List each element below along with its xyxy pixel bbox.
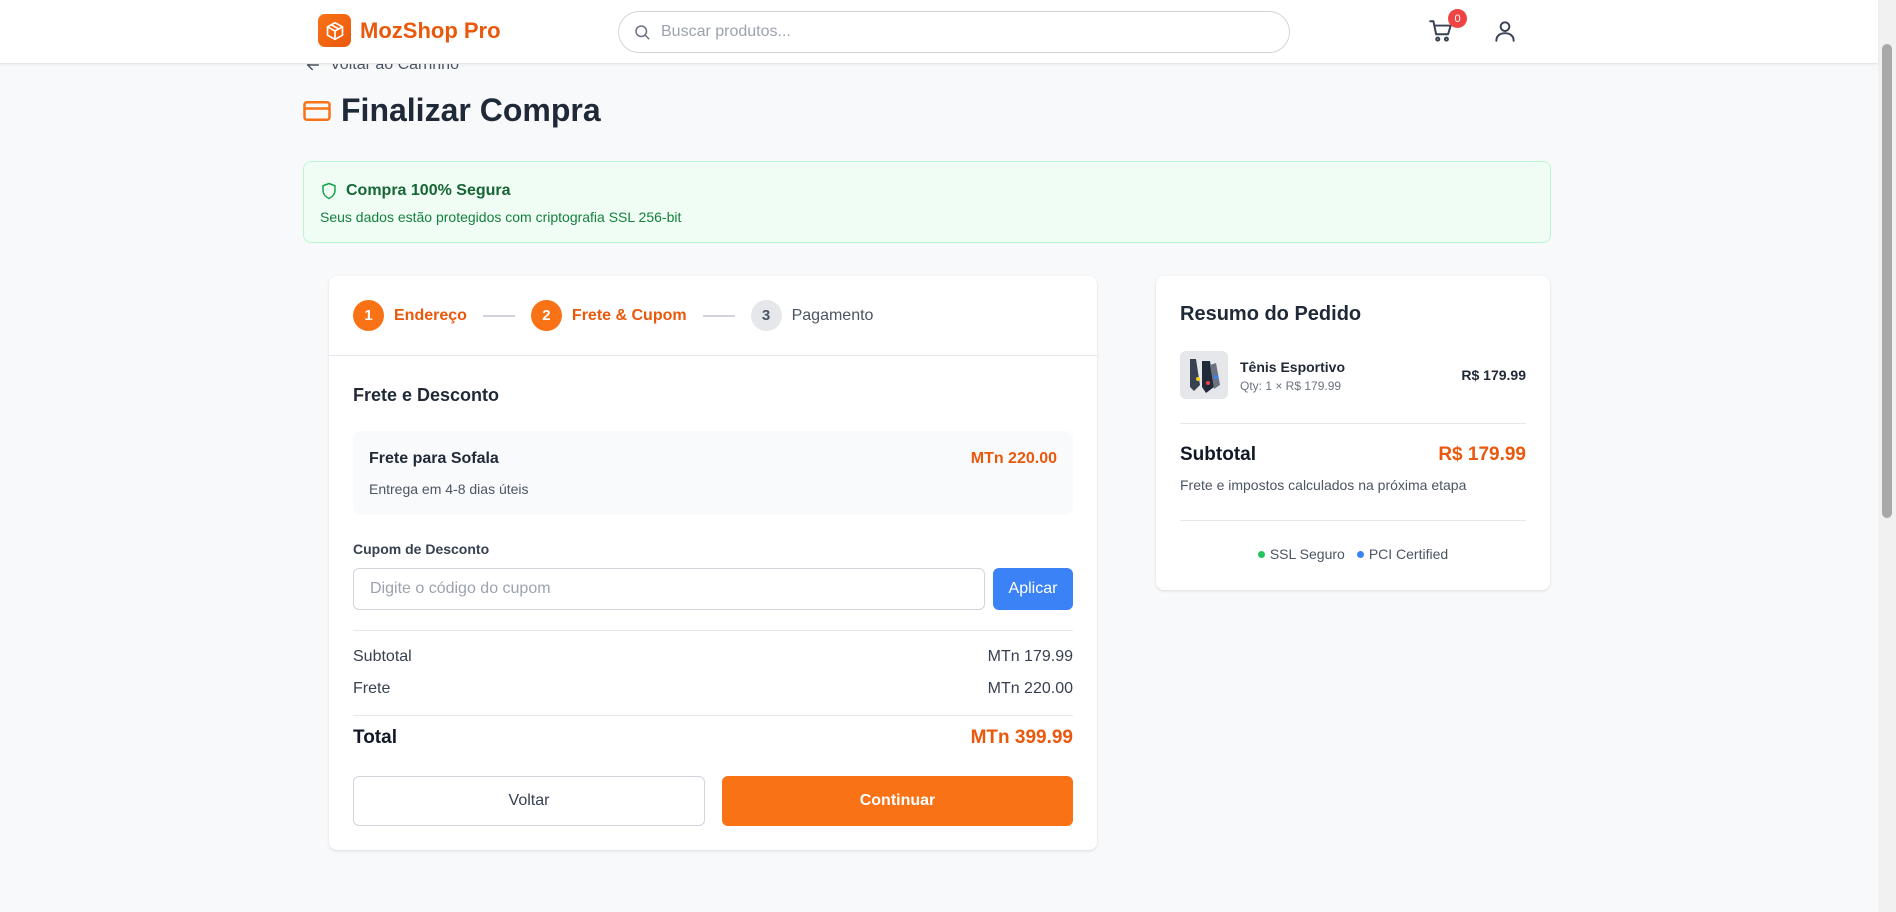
step-number: 1 xyxy=(353,300,384,331)
shipping-label: Frete xyxy=(353,680,391,697)
divider xyxy=(353,630,1073,631)
page-scrollbar[interactable] xyxy=(1878,0,1896,912)
pci-badge: PCI Certified xyxy=(1356,546,1449,562)
secure-subtitle: Seus dados estão protegidos com criptogr… xyxy=(320,209,682,225)
pci-badge-label: PCI Certified xyxy=(1368,546,1449,562)
secure-purchase-banner: Compra 100% Segura Seus dados estão prot… xyxy=(303,161,1551,243)
shipping-delivery-time: Entrega em 4-8 dias úteis xyxy=(369,481,529,497)
secure-title: Compra 100% Segura xyxy=(346,182,511,199)
shipping-name: Frete para Sofala xyxy=(369,450,499,467)
user-account-button[interactable] xyxy=(1492,18,1522,48)
search-icon xyxy=(635,25,650,40)
apply-coupon-button[interactable]: Aplicar xyxy=(993,568,1073,610)
page-header: Finalizar Compra xyxy=(302,92,601,129)
summary-item: Tênis Esportivo Qty: 1 × R$ 179.99 R$ 17… xyxy=(1180,351,1526,399)
order-summary-card: Resumo do Pedido Tênis Esportivo Qty: 1 … xyxy=(1156,276,1550,590)
coupon-input[interactable] xyxy=(353,568,985,610)
checkout-steps: 1 Endereço 2 Frete & Cupom 3 Pagamento xyxy=(329,276,1097,356)
summary-subtotal: Subtotal R$ 179.99 xyxy=(1180,444,1526,466)
user-icon xyxy=(1495,21,1515,42)
step-label: Pagamento xyxy=(791,306,874,324)
summary-note: Frete e impostos calculados na próxima e… xyxy=(1180,477,1467,493)
logo-box-icon xyxy=(318,14,351,47)
item-price: R$ 179.99 xyxy=(1461,367,1526,383)
shipping-value: MTn 220.00 xyxy=(987,680,1073,697)
section-title: Frete e Desconto xyxy=(353,385,500,405)
ssl-badge: SSL Seguro xyxy=(1257,546,1345,562)
summary-subtotal-value: R$ 179.99 xyxy=(1438,444,1526,465)
shipping-row: Frete MTn 220.00 xyxy=(353,680,1073,698)
security-badges: SSL Seguro PCI Certified xyxy=(1156,546,1550,562)
continue-button[interactable]: Continuar xyxy=(722,776,1073,826)
step-payment[interactable]: 3 Pagamento xyxy=(750,300,874,331)
subtotal-label: Subtotal xyxy=(353,648,412,665)
total-label: Total xyxy=(353,727,397,748)
divider xyxy=(353,715,1073,716)
shipping-price: MTn 220.00 xyxy=(970,450,1057,467)
pci-dot-icon xyxy=(1356,550,1364,558)
step-label: Frete & Cupom xyxy=(571,306,687,324)
subtotal-row: Subtotal MTn 179.99 xyxy=(353,648,1073,666)
ssl-badge-label: SSL Seguro xyxy=(1269,546,1345,562)
step-address[interactable]: 1 Endereço xyxy=(353,300,467,331)
product-thumbnail xyxy=(1180,351,1228,399)
checkout-card: 1 Endereço 2 Frete & Cupom 3 Pagamento F… xyxy=(329,276,1097,850)
subtotal-value: MTn 179.99 xyxy=(987,648,1073,665)
search-input[interactable] xyxy=(661,23,1261,41)
step-number: 2 xyxy=(530,300,562,331)
step-label: Endereço xyxy=(394,306,467,324)
search-bar[interactable] xyxy=(618,11,1290,53)
page-title: Finalizar Compra xyxy=(341,92,601,128)
shield-icon xyxy=(322,182,336,200)
step-connector xyxy=(702,314,735,317)
coupon-label: Cupom de Desconto xyxy=(353,541,490,557)
summary-subtotal-label: Subtotal xyxy=(1180,444,1256,465)
total-row: Total MTn 399.99 xyxy=(353,727,1073,749)
total-value: MTn 399.99 xyxy=(970,727,1073,748)
divider xyxy=(1180,520,1526,521)
credit-card-icon xyxy=(303,100,331,121)
divider xyxy=(1180,423,1526,424)
step-number: 3 xyxy=(750,300,782,331)
top-navbar: MozShop Pro 0 xyxy=(0,0,1878,64)
brand-logo[interactable]: MozShop Pro xyxy=(318,14,501,47)
back-button[interactable]: Voltar xyxy=(353,776,705,826)
shipping-option: Frete para Sofala MTn 220.00 Entrega em … xyxy=(353,431,1073,515)
summary-title: Resumo do Pedido xyxy=(1180,303,1362,325)
scrollbar-thumb[interactable] xyxy=(1882,44,1892,518)
brand-name: MozShop Pro xyxy=(360,17,501,43)
step-shipping-coupon[interactable]: 2 Frete & Cupom xyxy=(530,300,687,331)
item-name: Tênis Esportivo xyxy=(1240,359,1346,375)
item-quantity: Qty: 1 × R$ 179.99 xyxy=(1240,379,1342,393)
step-connector xyxy=(482,314,515,317)
cart-count-badge: 0 xyxy=(1448,9,1467,28)
ssl-dot-icon xyxy=(1257,550,1265,558)
